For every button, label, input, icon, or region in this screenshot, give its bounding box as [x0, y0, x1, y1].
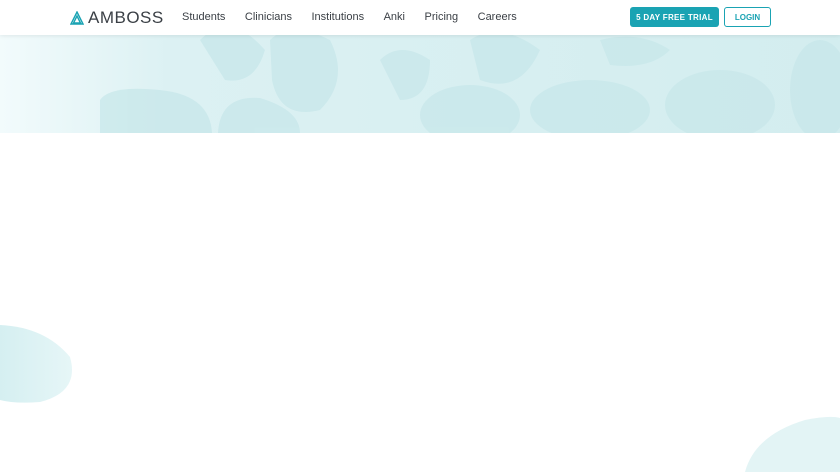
free-trial-button[interactable]: 5 DAY FREE TRIAL: [630, 7, 719, 27]
top-navigation-bar: AMBOSS Students Clinicians Institutions …: [0, 0, 840, 35]
nav-clinicians[interactable]: Clinicians: [245, 11, 292, 23]
amboss-logo[interactable]: AMBOSS: [70, 8, 164, 28]
nav-anki[interactable]: Anki: [384, 11, 405, 23]
decorative-blob-left: [0, 325, 72, 403]
login-button[interactable]: LOGIN: [724, 7, 771, 27]
amboss-triangle-icon: [70, 11, 84, 25]
main-nav: Students Clinicians Institutions Anki Pr…: [182, 11, 536, 23]
nav-careers[interactable]: Careers: [478, 11, 517, 23]
nav-pricing[interactable]: Pricing: [425, 11, 459, 23]
nav-students[interactable]: Students: [182, 11, 225, 23]
logo-text: AMBOSS: [88, 8, 164, 27]
decorative-blob-right: [745, 416, 840, 472]
nav-institutions[interactable]: Institutions: [312, 11, 365, 23]
